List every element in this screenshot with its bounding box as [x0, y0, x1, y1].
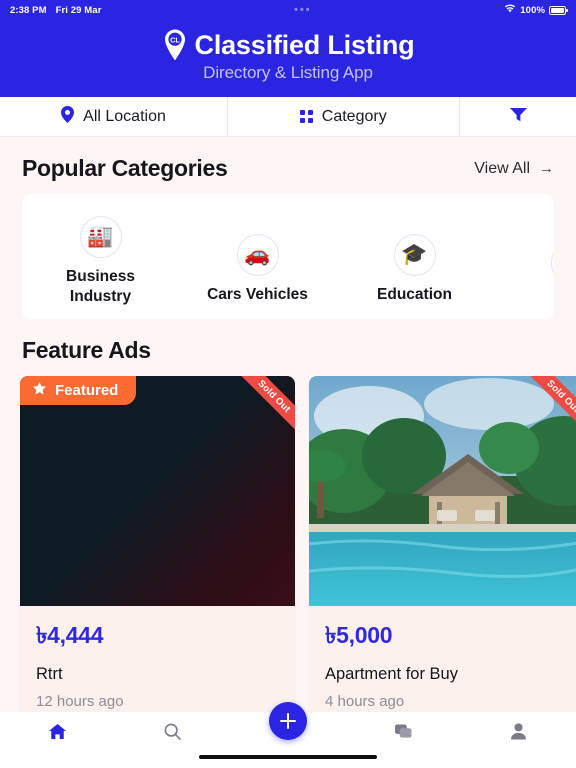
nav-item-profile[interactable] — [461, 721, 576, 747]
ad-title: Apartment for Buy — [325, 665, 458, 683]
electronics-icon: 💡 — [550, 242, 554, 284]
status-dots: ••• — [294, 4, 312, 16]
sold-out-ribbon: Sold Out — [233, 376, 295, 438]
profile-icon — [510, 723, 526, 745]
categories-card: 🏭 Business Industry 🚗 Cars Vehicles 🎓 Ed… — [22, 194, 554, 319]
battery-percent: 100% — [520, 4, 545, 16]
svg-text:CL: CL — [170, 35, 180, 44]
status-bar-left: 2:38 PM Fri 29 Mar — [10, 5, 102, 16]
app-header: CL Classified Listing Directory & Listin… — [0, 20, 576, 97]
ad-price: ৳5,000 — [325, 622, 393, 648]
filter-location-label: All Location — [83, 107, 166, 125]
filter-location-button[interactable]: All Location — [0, 97, 228, 136]
sold-out-ribbon: Sold Out — [522, 376, 576, 438]
category-item-electronics[interactable]: 💡 Elec — [493, 216, 554, 319]
arrow-right-icon: → — [539, 160, 554, 177]
map-pin-logo-icon: CL — [162, 28, 188, 62]
page-title: Classified Listing — [194, 29, 415, 60]
filter-funnel-button[interactable] — [460, 97, 576, 136]
ad-timestamp: 12 hours ago — [36, 693, 124, 710]
car-icon: 🚗 — [236, 234, 279, 276]
ad-image: Sold Out — [309, 376, 576, 606]
ad-body: ৳5,000 Apartment for Buy 4 hours ago — [309, 606, 576, 716]
grid-icon — [300, 110, 313, 123]
sold-out-label: Sold Out — [235, 376, 295, 436]
view-all-label: View All — [474, 159, 530, 177]
ad-title: Rtrt — [36, 665, 63, 683]
filter-funnel-icon — [509, 107, 527, 127]
status-bar: 2:38 PM Fri 29 Mar ••• 100% — [0, 0, 576, 20]
category-label: Business Industry — [66, 268, 135, 306]
wifi-icon — [504, 4, 516, 16]
category-item-education[interactable]: 🎓 Education — [336, 216, 493, 319]
nav-item-chat[interactable] — [346, 721, 461, 747]
chat-icon — [394, 723, 412, 745]
category-item-business-industry[interactable]: 🏭 Business Industry — [22, 216, 179, 319]
status-date: Fri 29 Mar — [55, 4, 102, 16]
category-label: Education — [377, 286, 452, 303]
filter-category-button[interactable]: Category — [228, 97, 460, 136]
home-indicator — [199, 755, 377, 759]
factory-icon: 🏭 — [79, 216, 122, 258]
location-pin-icon — [61, 105, 75, 128]
feature-ads-list: Featured Sold Out ৳4,444 Rtrt 12 hours a… — [0, 376, 576, 716]
search-icon — [164, 723, 182, 745]
home-icon — [49, 723, 67, 745]
app-screen: 2:38 PM Fri 29 Mar ••• 100% CL Classifie… — [0, 0, 576, 768]
filter-bar: All Location Category — [0, 97, 576, 137]
battery-icon — [549, 5, 568, 15]
categories-view-all-link[interactable]: View All → — [474, 160, 554, 178]
app-subtitle: Directory & Listing App — [203, 63, 373, 82]
feature-ad-card[interactable]: Featured Sold Out ৳4,444 Rtrt 12 hours a… — [20, 376, 295, 716]
featured-badge-label: Featured — [55, 382, 119, 399]
featured-badge: Featured — [20, 376, 137, 405]
status-bar-right: 100% — [504, 4, 568, 16]
status-time: 2:38 PM — [10, 4, 47, 16]
sold-out-label: Sold Out — [524, 376, 576, 436]
ad-timestamp: 4 hours ago — [325, 693, 405, 710]
popular-categories-title: Popular Categories — [22, 155, 228, 181]
feature-ads-title: Feature Ads — [22, 337, 151, 363]
popular-categories-header: Popular Categories View All → — [0, 137, 576, 194]
add-listing-fab[interactable] — [269, 702, 307, 740]
ad-price: ৳4,444 — [36, 622, 104, 648]
category-label: Cars Vehicles — [207, 286, 308, 303]
categories-strip[interactable]: 🏭 Business Industry 🚗 Cars Vehicles 🎓 Ed… — [22, 194, 554, 319]
nav-item-home[interactable] — [0, 721, 115, 747]
feature-ad-card[interactable]: Sold Out ৳5,000 Apartment for Buy 4 hour… — [309, 376, 576, 716]
category-item-cars-vehicles[interactable]: 🚗 Cars Vehicles — [179, 216, 336, 319]
feature-ads-header: Feature Ads — [0, 319, 576, 376]
filter-category-label: Category — [321, 107, 387, 125]
ad-body: ৳4,444 Rtrt 12 hours ago — [20, 606, 295, 716]
nav-item-search[interactable] — [115, 721, 230, 747]
brand-row: CL Classified Listing — [0, 28, 576, 62]
star-icon — [33, 382, 46, 399]
ad-image: Featured Sold Out — [20, 376, 295, 606]
graduation-cap-icon: 🎓 — [393, 234, 436, 276]
